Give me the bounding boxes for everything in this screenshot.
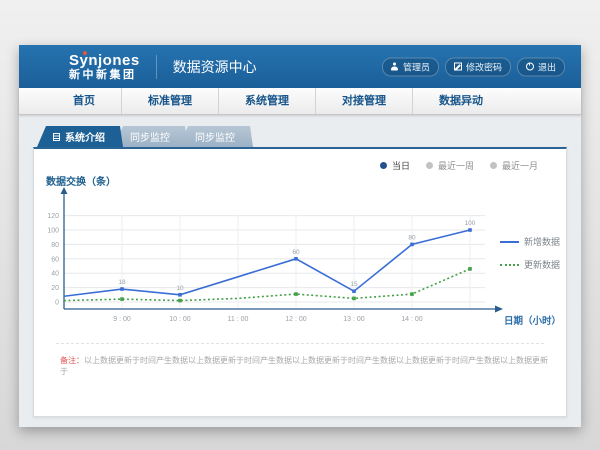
y-axis-title: 数据交换（条）: [46, 173, 116, 188]
legend-item-updated-data: 更新数据: [500, 258, 560, 271]
footnote-label: 备注：: [60, 356, 84, 365]
dotted-line-swatch-icon: [500, 264, 519, 266]
range-today[interactable]: 当日: [380, 159, 410, 172]
page-title: 数据资源中心: [156, 55, 257, 79]
x-axis-title: 日期（小时）: [504, 313, 561, 327]
svg-text:20: 20: [51, 285, 59, 292]
user-icon: [391, 63, 399, 71]
logout-label: 退出: [538, 60, 556, 73]
content-panel: 当日 最近一周 最近一月 数据交换（条） 0 20 40 60 80 100 120 9 : …: [33, 147, 567, 417]
svg-text:13 : 00: 13 : 00: [343, 316, 365, 323]
radio-dot-icon: [380, 162, 387, 169]
app-window: Synjones 新中新集团 数据资源中心 管理员 修改密码 退出 首页 标准管…: [19, 45, 581, 427]
range-last-month[interactable]: 最近一月: [490, 159, 538, 172]
radio-dot-icon: [490, 162, 497, 169]
user-button[interactable]: 管理员: [382, 57, 439, 76]
legend-label: 更新数据: [524, 258, 560, 271]
company-logo: Synjones 新中新集团: [69, 53, 140, 81]
nav-item-data-change[interactable]: 数据异动: [413, 88, 509, 114]
svg-text:18: 18: [118, 279, 126, 286]
svg-text:12 : 00: 12 : 00: [285, 316, 307, 323]
power-icon: [526, 63, 534, 71]
svg-text:15: 15: [350, 281, 358, 288]
svg-text:40: 40: [51, 271, 59, 278]
logout-button[interactable]: 退出: [517, 57, 565, 76]
svg-text:10 : 00: 10 : 00: [169, 316, 191, 323]
svg-text:120: 120: [47, 213, 59, 220]
tab-label: 同步监控: [195, 129, 235, 144]
chart-legend: 新增数据 更新数据: [500, 235, 560, 271]
svg-text:100: 100: [465, 220, 476, 227]
solid-line-swatch-icon: [500, 241, 519, 243]
time-range-filters: 当日 最近一周 最近一月: [380, 159, 538, 172]
nav-item-interface-mgmt[interactable]: 对接管理: [316, 88, 413, 114]
tab-sync-monitor-2[interactable]: 同步监控: [179, 126, 253, 147]
svg-text:60: 60: [51, 256, 59, 263]
change-password-label: 修改密码: [466, 60, 502, 73]
range-label: 最近一月: [502, 159, 538, 172]
svg-text:0: 0: [55, 300, 59, 307]
header-actions: 管理员 修改密码 退出: [382, 57, 565, 76]
logo-text-en: Synjones: [69, 53, 140, 68]
svg-text:10: 10: [176, 285, 184, 292]
line-chart: 0 20 40 60 80 100 120 9 : 00 10 : 00 11 : 00 12 : …: [40, 187, 520, 329]
edit-icon: [454, 63, 462, 71]
tab-sync-monitor-1[interactable]: 同步监控: [114, 126, 188, 147]
main-nav: 首页 标准管理 系统管理 对接管理 数据异动: [19, 88, 581, 115]
svg-text:100: 100: [47, 228, 59, 235]
nav-item-system-mgmt[interactable]: 系统管理: [219, 88, 316, 114]
range-label: 当日: [392, 159, 410, 172]
tab-label: 同步监控: [130, 129, 170, 144]
svg-text:11 : 00: 11 : 00: [228, 316, 249, 323]
nav-item-standard-mgmt[interactable]: 标准管理: [122, 88, 219, 114]
radio-dot-icon: [426, 162, 433, 169]
legend-label: 新增数据: [524, 235, 560, 248]
footnote: 备注：以上数据更新于时间产生数据以上数据更新于时间产生数据以上数据更新于时间产生…: [60, 355, 550, 377]
svg-text:80: 80: [51, 242, 59, 249]
tab-bar: 系统介绍 同步监控 同步监控: [37, 126, 244, 147]
tab-label: 系统介绍: [65, 129, 105, 144]
tab-system-intro[interactable]: 系统介绍: [37, 126, 123, 147]
user-button-label: 管理员: [403, 60, 430, 73]
range-last-week[interactable]: 最近一周: [426, 159, 474, 172]
legend-item-new-data: 新增数据: [500, 235, 560, 248]
svg-text:60: 60: [292, 249, 300, 256]
footnote-text: 以上数据更新于时间产生数据以上数据更新于时间产生数据以上数据更新于时间产生数据以…: [60, 356, 548, 376]
svg-text:9 : 00: 9 : 00: [113, 316, 131, 323]
nav-item-home[interactable]: 首页: [47, 88, 122, 114]
svg-text:80: 80: [408, 234, 416, 241]
dashed-divider: [56, 343, 544, 344]
logo-text-cn: 新中新集团: [69, 70, 140, 81]
document-icon: [53, 133, 60, 141]
svg-text:14 : 00: 14 : 00: [401, 316, 423, 323]
app-header: Synjones 新中新集团 数据资源中心 管理员 修改密码 退出: [19, 45, 581, 88]
range-label: 最近一周: [438, 159, 474, 172]
change-password-button[interactable]: 修改密码: [445, 57, 511, 76]
